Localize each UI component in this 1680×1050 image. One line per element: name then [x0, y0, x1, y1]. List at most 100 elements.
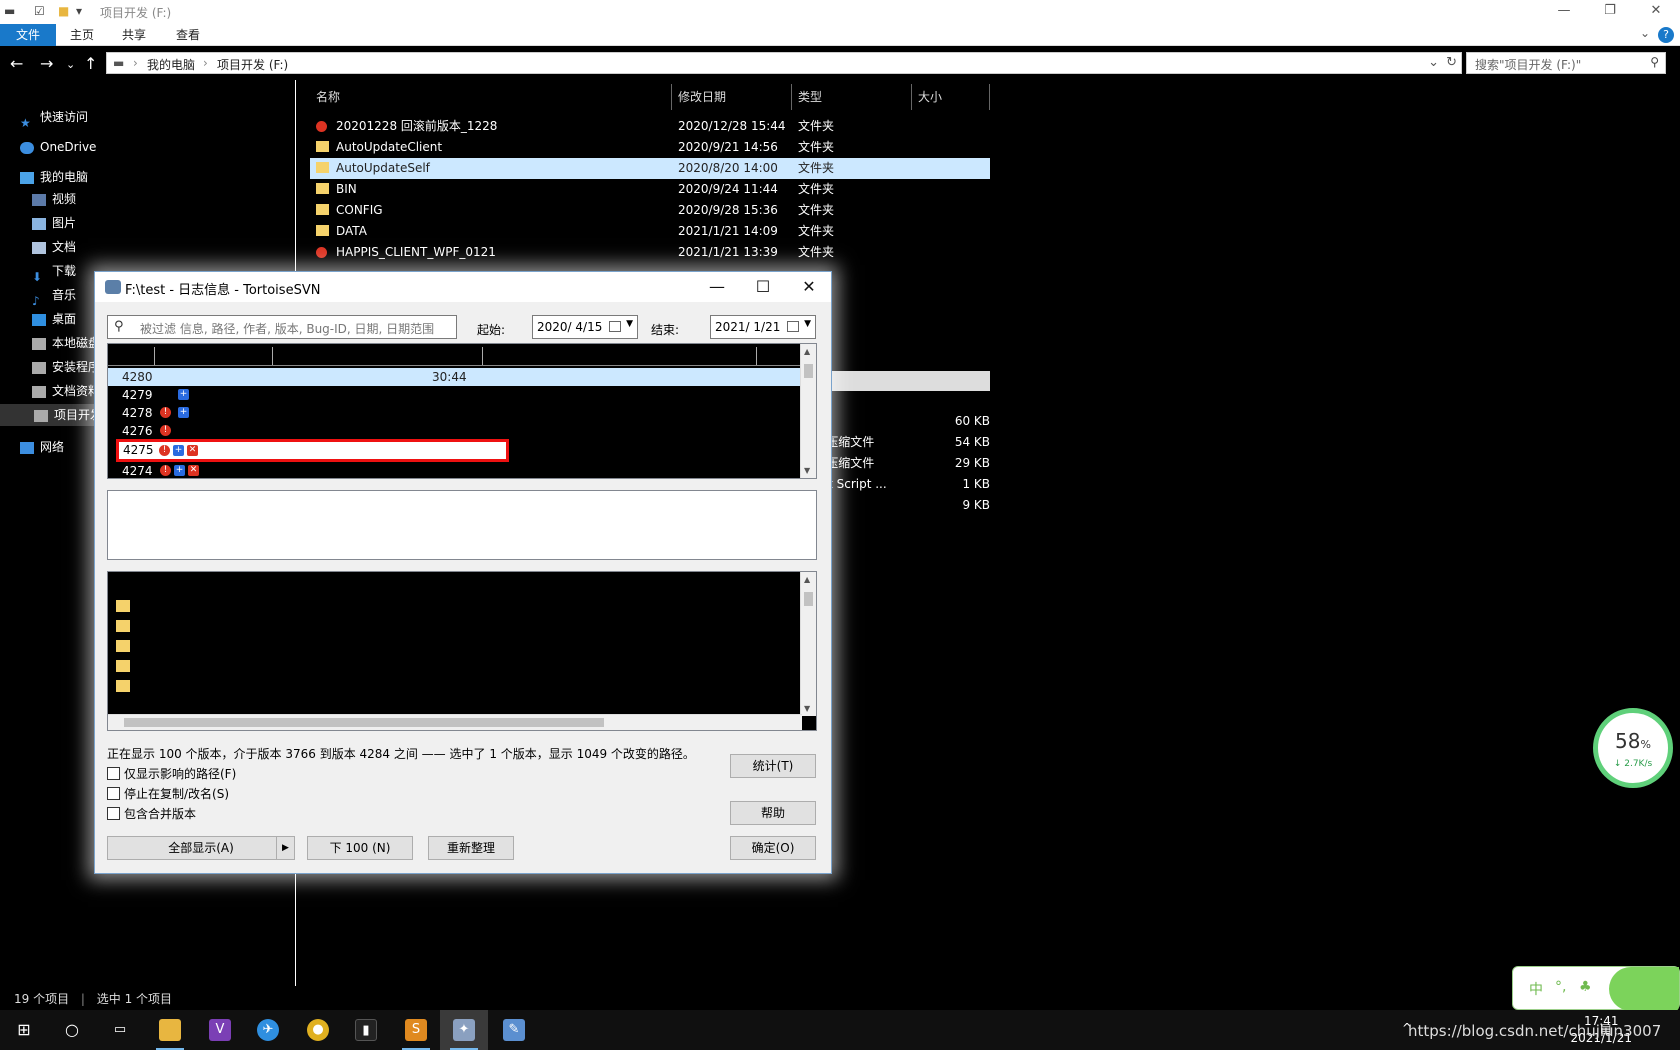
restore-icon[interactable]: ❐	[1587, 0, 1633, 22]
refresh-button[interactable]: 重新整理	[428, 836, 514, 860]
sidebar-item-pictures[interactable]: 图片	[32, 212, 76, 234]
customize-quick-access-icon[interactable]: ▾	[76, 4, 82, 18]
feishu-icon[interactable]: ✈	[244, 1010, 292, 1050]
column-header-name[interactable]: 名称	[310, 84, 672, 110]
ime-language[interactable]: 中	[1529, 979, 1543, 999]
show-all-button[interactable]: 全部显示(A) ▶	[107, 836, 295, 860]
log-filter-input[interactable]: ⚲ 被过滤 信息, 路径, 作者, 版本, Bug-ID, 日期, 日期范围	[107, 315, 457, 339]
vertical-scrollbar[interactable]: ▲ ▼	[800, 572, 816, 716]
column-divider[interactable]	[482, 347, 483, 365]
revision-row[interactable]: 4279 +	[108, 386, 802, 404]
sidebar-item-documents[interactable]: 文档	[32, 236, 76, 258]
properties-icon[interactable]: ☑	[34, 4, 45, 18]
sidebar-item-music[interactable]: ♪ 音乐	[32, 284, 76, 308]
scroll-up-icon[interactable]: ▲	[804, 575, 810, 584]
checkbox-include-merged[interactable]: 包含合并版本	[107, 805, 196, 822]
back-icon[interactable]: ←	[10, 54, 23, 73]
column-header-type[interactable]: 类型	[792, 84, 912, 110]
scroll-down-icon[interactable]: ▼	[804, 466, 810, 475]
chevron-down-icon[interactable]: ▼	[626, 319, 633, 329]
sidebar-item-onedrive[interactable]: OneDrive	[20, 136, 96, 158]
revision-row-selected[interactable]: 4280 30:44	[108, 368, 802, 386]
changed-paths-list[interactable]: ▲ ▼	[107, 571, 817, 731]
log-message-pane[interactable]	[107, 490, 817, 560]
tab-file[interactable]: 文件	[0, 24, 56, 46]
checkbox-box[interactable]	[107, 787, 120, 800]
file-row[interactable]: HAPPIS_CLIENT_WPF_0121 2021/1/21 13:39 文件夹	[310, 242, 990, 263]
breadcrumb-current-drive[interactable]: 项目开发 (F:)	[217, 56, 288, 73]
from-date-picker[interactable]: 2020/ 4/15 ▼	[532, 315, 638, 339]
to-date-picker[interactable]: 2021/ 1/21 ▼	[710, 315, 816, 339]
scroll-down-icon[interactable]: ▼	[804, 704, 810, 713]
ime-skin-icon[interactable]: ♣	[1579, 979, 1592, 995]
sidebar-item-network[interactable]: 网络	[20, 436, 64, 458]
sublime-icon[interactable]: S	[392, 1010, 440, 1050]
revision-row[interactable]: 4276!	[108, 422, 802, 440]
chevron-down-icon[interactable]: ▼	[804, 319, 811, 329]
up-icon[interactable]: ↑	[84, 54, 97, 73]
sidebar-item-local-disk[interactable]: 本地磁盘	[32, 332, 100, 354]
next-100-button[interactable]: 下 100 (N)	[307, 836, 413, 860]
paint-icon[interactable]: ✎	[490, 1010, 538, 1050]
file-row[interactable]: DATA 2021/1/21 14:09 文件夹	[310, 221, 990, 242]
sidebar-item-desktop[interactable]: 桌面	[32, 308, 76, 330]
scrollbar-thumb[interactable]	[804, 364, 813, 378]
column-divider[interactable]	[154, 347, 155, 365]
minimize-icon[interactable]: —	[1541, 0, 1587, 22]
revision-list[interactable]: 4280 30:44 4279 + 4278! + 4276! 4275 ! + ✕ …	[107, 343, 817, 479]
sidebar-item-this-pc[interactable]: 我的电脑	[20, 166, 88, 188]
recent-locations-icon[interactable]: ⌄	[66, 58, 75, 71]
column-divider[interactable]	[756, 347, 757, 365]
sidebar-item-doc-drive[interactable]: 文档资料	[32, 380, 100, 402]
search-icon[interactable]: ⚲	[114, 319, 124, 334]
terminal-icon[interactable]: ▮	[342, 1010, 390, 1050]
close-icon[interactable]: ✕	[1633, 0, 1679, 22]
file-row-selected[interactable]: AutoUpdateSelf 2020/8/20 14:00 文件夹	[310, 158, 990, 179]
sidebar-item-downloads[interactable]: ⬇ 下载	[32, 260, 76, 284]
file-row[interactable]: BIN 2020/9/24 11:44 文件夹	[310, 179, 990, 200]
sidebar-item-installers[interactable]: 安装程序	[32, 356, 100, 378]
tab-share[interactable]: 共享	[114, 24, 154, 46]
file-row[interactable]: AutoUpdateClient 2020/9/21 14:56 文件夹	[310, 137, 990, 158]
checkbox-stop-on-copy[interactable]: 停止在复制/改名(S)	[107, 785, 229, 802]
windows-start-icon[interactable]: ⊞	[0, 1010, 48, 1050]
visual-studio-icon[interactable]: V	[196, 1010, 244, 1050]
revision-row[interactable]: 4274! + ✕	[108, 462, 802, 478]
checkbox-box[interactable]	[107, 807, 120, 820]
close-icon[interactable]: ✕	[789, 275, 829, 299]
help-button[interactable]: 帮助	[730, 801, 816, 825]
highlighted-revision-4275[interactable]: 4275 ! + ✕	[116, 439, 509, 462]
ime-punctuation[interactable]: °,	[1555, 979, 1566, 995]
horizontal-scrollbar[interactable]	[108, 714, 802, 730]
checkbox-box[interactable]	[107, 767, 120, 780]
scrollbar-thumb[interactable]	[124, 718, 604, 727]
breadcrumb-my-computer[interactable]: 我的电脑	[147, 56, 195, 73]
calendar-icon[interactable]	[787, 321, 799, 332]
scroll-up-icon[interactable]: ▲	[804, 347, 810, 356]
tab-home[interactable]: 主页	[62, 24, 102, 46]
chevron-right-icon[interactable]: ▶	[276, 837, 294, 859]
new-folder-icon[interactable]: ■	[58, 4, 69, 18]
sidebar-item-quick-access[interactable]: ★ 快速访问	[20, 106, 88, 130]
expand-ribbon-icon[interactable]: ⌄	[1640, 26, 1650, 40]
refresh-icon[interactable]: ↻	[1446, 55, 1457, 70]
file-row[interactable]: CONFIG 2020/9/28 15:36 文件夹	[310, 200, 990, 221]
statistics-button[interactable]: 统计(T)	[730, 754, 816, 778]
column-divider[interactable]	[272, 347, 273, 365]
file-row[interactable]: 20201228 回滚前版本_1228 2020/12/28 15:44 文件夹	[310, 116, 990, 137]
forward-icon[interactable]: →	[40, 54, 53, 73]
task-view-icon[interactable]: ▭	[96, 1010, 144, 1050]
search-input[interactable]: 搜索"项目开发 (F:)" ⚲	[1466, 52, 1666, 74]
search-icon[interactable]: ⚲	[1650, 55, 1659, 69]
chrome-icon[interactable]: ●	[294, 1010, 342, 1050]
ime-toolbar[interactable]: 中 °, ♣	[1512, 966, 1680, 1011]
calendar-icon[interactable]	[609, 321, 621, 332]
help-icon[interactable]: ?	[1658, 27, 1674, 43]
checkbox-affected-paths-only[interactable]: 仅显示影响的路径(F)	[107, 765, 236, 782]
breadcrumb-separator-icon[interactable]: ›	[133, 56, 138, 70]
address-dropdown-icon[interactable]: ⌄	[1428, 55, 1439, 70]
ok-button[interactable]: 确定(O)	[730, 836, 816, 860]
network-speed-widget[interactable]: 58% ↓ 2.7K/s	[1593, 708, 1673, 788]
tab-view[interactable]: 查看	[168, 24, 208, 46]
search-circle-icon[interactable]: ○	[48, 1010, 96, 1050]
